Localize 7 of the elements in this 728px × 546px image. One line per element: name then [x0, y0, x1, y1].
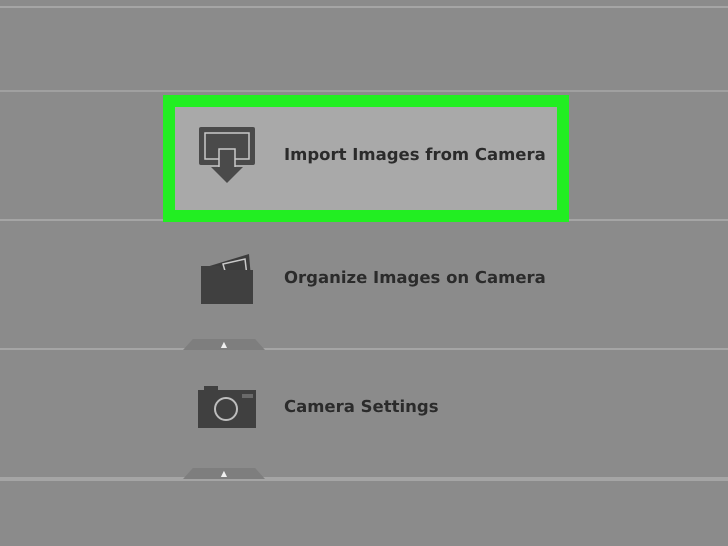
- expand-tab[interactable]: ▲: [183, 339, 265, 350]
- camera-icon: [198, 386, 256, 428]
- expand-tab[interactable]: ▲: [183, 468, 265, 479]
- menu-item[interactable]: Organize Images on Camera: [163, 224, 569, 339]
- import-icon: [197, 124, 257, 184]
- menu-item[interactable]: Camera Settings: [163, 353, 569, 468]
- menu-item[interactable]: Import Images from Camera: [163, 95, 569, 222]
